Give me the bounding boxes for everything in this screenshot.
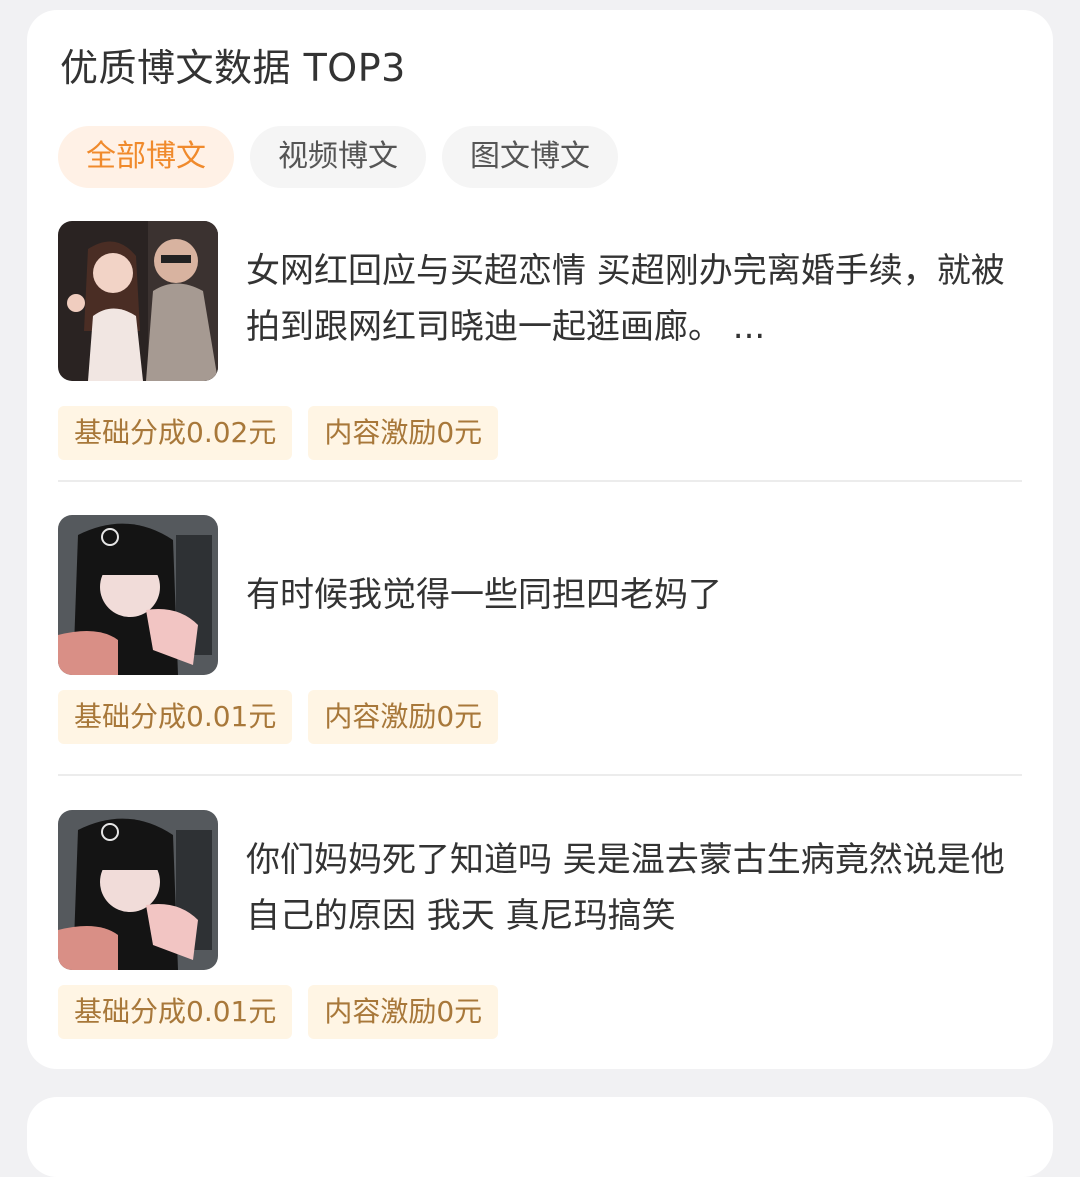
post-earnings: 基础分成0.02元 内容激励0元 [58,406,499,460]
tab-image-text-posts[interactable]: 图文博文 [442,126,618,188]
post-earnings: 基础分成0.01元 内容激励0元 [58,985,499,1039]
post-thumbnail[interactable] [58,221,218,381]
divider [58,480,1022,482]
top-posts-card: 优质博文数据 TOP3 全部博文 视频博文 图文博文 女网红回应与买超恋情 买超… [27,10,1053,1069]
post-text: 有时候我觉得一些同担四老妈了 [246,575,722,615]
post-thumbnail[interactable] [58,810,218,970]
post-text: 女网红回应与买超恋情 买超刚办完离婚手续，就被拍到跟网红司晓迪一起逛画廊。 ..… [246,251,1005,347]
post-text: 你们妈妈死了知道吗 吴是温去蒙古生病竟然说是他自己的原因 我天 真尼玛搞笑 [246,840,1005,936]
post-type-tabs: 全部博文 视频博文 图文博文 [58,126,618,188]
tab-video-posts[interactable]: 视频博文 [250,126,426,188]
post-item[interactable]: 女网红回应与买超恋情 买超刚办完离婚手续，就被拍到跟网红司晓迪一起逛画廊。 ..… [58,221,1022,461]
section-title: 优质博文数据 TOP3 [60,46,406,90]
base-share-badge: 基础分成0.01元 [58,690,293,744]
next-card [27,1097,1053,1177]
content-incentive-badge: 内容激励0元 [308,985,499,1039]
post-item[interactable]: 你们妈妈死了知道吗 吴是温去蒙古生病竟然说是他自己的原因 我天 真尼玛搞笑 基础… [58,810,1022,1050]
divider [58,774,1022,776]
content-incentive-badge: 内容激励0元 [308,406,499,460]
post-thumbnail[interactable] [58,515,218,675]
post-earnings: 基础分成0.01元 内容激励0元 [58,690,499,744]
base-share-badge: 基础分成0.02元 [58,406,293,460]
content-incentive-badge: 内容激励0元 [308,690,499,744]
base-share-badge: 基础分成0.01元 [58,985,293,1039]
tab-all-posts[interactable]: 全部博文 [58,126,234,188]
post-item[interactable]: 有时候我觉得一些同担四老妈了 基础分成0.01元 内容激励0元 [58,515,1022,755]
